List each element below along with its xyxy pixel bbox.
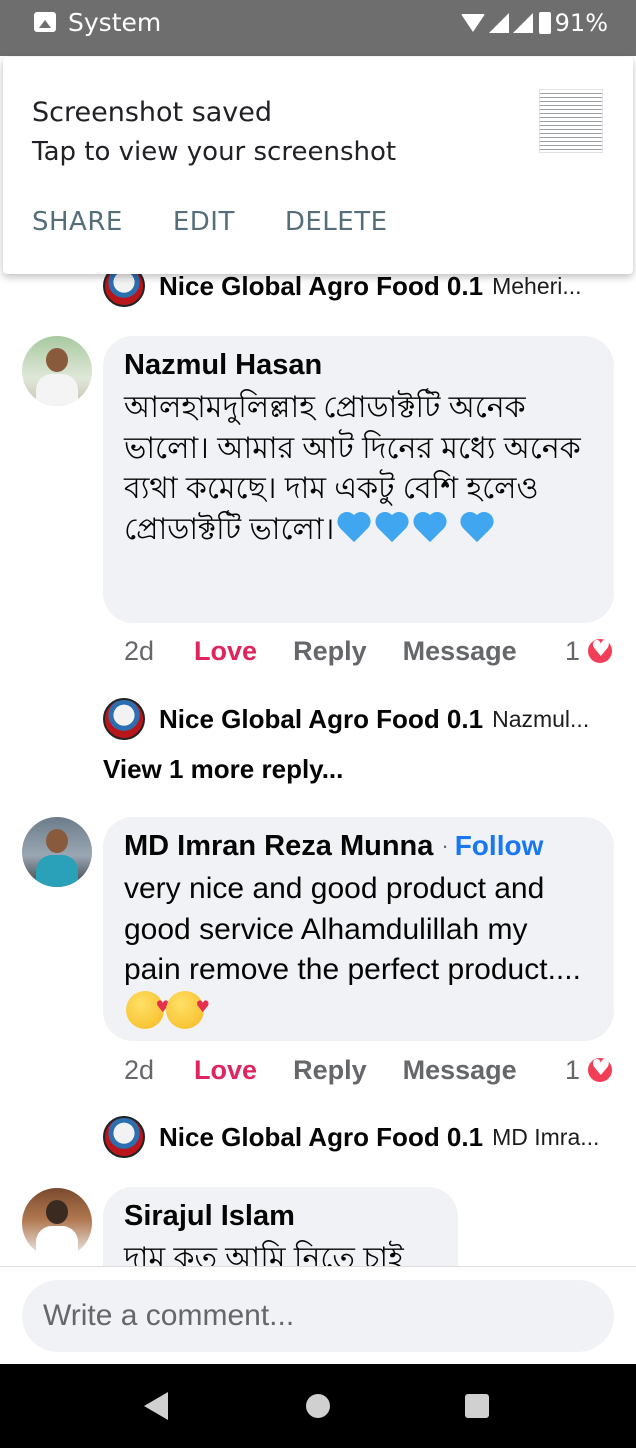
back-icon[interactable] xyxy=(144,1392,168,1420)
status-bar: System 91% xyxy=(0,0,636,56)
reply-button[interactable]: Reply xyxy=(293,1055,367,1086)
avatar-body xyxy=(36,1226,78,1258)
avatar[interactable] xyxy=(22,1188,92,1258)
love-reaction-icon xyxy=(586,1056,614,1084)
smiling-face-hearts-icon xyxy=(126,987,170,1029)
avatar-body xyxy=(36,855,78,887)
reply-target: MD Imra... xyxy=(492,1123,600,1150)
reply-target: Meheri... xyxy=(492,272,582,299)
avatar-head xyxy=(46,829,68,853)
comment-time: 2d xyxy=(124,1054,155,1085)
comment-author[interactable]: Sirajul Islam xyxy=(124,1199,436,1233)
follow-button[interactable]: Follow xyxy=(455,829,544,863)
reply-preview[interactable]: Nice Global Agro Food 0.1 MD Imra... xyxy=(103,1116,600,1158)
reply-button[interactable]: Reply xyxy=(293,636,367,667)
page-avatar[interactable] xyxy=(103,1116,145,1158)
reply-target: Nazmul... xyxy=(492,705,590,732)
blue-heart-icon xyxy=(414,511,448,545)
screenshot-thumbnail[interactable] xyxy=(539,89,603,153)
screenshot-notification[interactable]: Screenshot saved Tap to view your screen… xyxy=(3,57,633,274)
comment-time: 2d xyxy=(124,635,155,666)
reaction-count-value: 1 xyxy=(564,1054,580,1085)
love-button[interactable]: Love xyxy=(194,1055,257,1086)
comment-bubble: MD Imran Reza Munna · Follow very nice and… xyxy=(103,817,614,1041)
recents-icon[interactable] xyxy=(465,1394,489,1418)
battery-percent: 91% xyxy=(554,9,608,37)
edit-button[interactable]: EDIT xyxy=(173,207,235,237)
comment-text-content: very nice and good product and good serv… xyxy=(124,872,581,986)
message-button[interactable]: Message xyxy=(403,636,517,667)
comment-text: very nice and good product and good serv… xyxy=(124,869,592,1032)
avatar-body xyxy=(36,374,78,406)
delete-button[interactable]: DELETE xyxy=(285,207,388,237)
blue-heart-icon xyxy=(461,511,495,545)
reply-preview[interactable]: Nice Global Agro Food 0.1 Nazmul... xyxy=(103,698,590,740)
share-button[interactable]: SHARE xyxy=(32,207,123,237)
avatar[interactable] xyxy=(22,336,92,406)
home-icon[interactable] xyxy=(306,1394,330,1418)
blue-heart-icon xyxy=(338,511,372,545)
reply-page-name[interactable]: Nice Global Agro Food 0.1 xyxy=(159,271,483,302)
comment-author-row: MD Imran Reza Munna · Follow xyxy=(124,829,592,863)
blue-heart-icon xyxy=(376,511,410,545)
notification-title: Screenshot saved xyxy=(32,97,273,128)
reaction-count[interactable]: 1 xyxy=(565,1055,614,1086)
status-icons: 91% xyxy=(460,8,608,38)
view-more-replies[interactable]: View 1 more reply... xyxy=(103,754,343,785)
comment-bubble: Nazmul Hasan আলহামদুলিল্লাহ প্রোডাক্টটি … xyxy=(103,336,614,623)
avatar-head xyxy=(46,348,68,372)
signal-icon-2 xyxy=(512,13,533,33)
comment-actions: 2d Love Reply Message 1 xyxy=(124,1050,614,1090)
notification-actions: SHARE EDIT DELETE xyxy=(32,207,388,237)
message-button[interactable]: Message xyxy=(403,1055,517,1086)
battery-icon xyxy=(538,12,551,34)
notification-subtitle: Tap to view your screenshot xyxy=(32,137,397,167)
comment-actions: 2d Love Reply Message 1 xyxy=(124,631,614,671)
avatar-head xyxy=(46,1200,68,1224)
reaction-count-value: 1 xyxy=(564,635,580,666)
wifi-icon xyxy=(460,14,485,32)
avatar[interactable] xyxy=(22,817,92,887)
signal-icon xyxy=(488,13,509,33)
comment-composer-bar: Write a comment... xyxy=(0,1266,636,1364)
navigation-bar xyxy=(0,1364,636,1448)
comment-input[interactable]: Write a comment... xyxy=(22,1280,614,1352)
page-avatar[interactable] xyxy=(103,698,145,740)
status-app-label: System xyxy=(68,8,162,37)
love-reaction-icon xyxy=(586,637,614,665)
comment-text: আলহামদুলিল্লাহ প্রোডাক্টটি অনেক ভালো। আম… xyxy=(124,388,592,550)
reply-page-name[interactable]: Nice Global Agro Food 0.1 xyxy=(159,1122,483,1153)
love-button[interactable]: Love xyxy=(194,636,257,667)
reaction-count[interactable]: 1 xyxy=(565,636,614,667)
comment-author[interactable]: MD Imran Reza Munna xyxy=(124,829,433,863)
comment-author[interactable]: Nazmul Hasan xyxy=(124,348,592,382)
smiling-face-hearts-icon xyxy=(166,987,210,1029)
image-icon xyxy=(34,12,56,32)
separator-dot: · xyxy=(441,833,449,858)
reply-page-name[interactable]: Nice Global Agro Food 0.1 xyxy=(159,704,483,735)
